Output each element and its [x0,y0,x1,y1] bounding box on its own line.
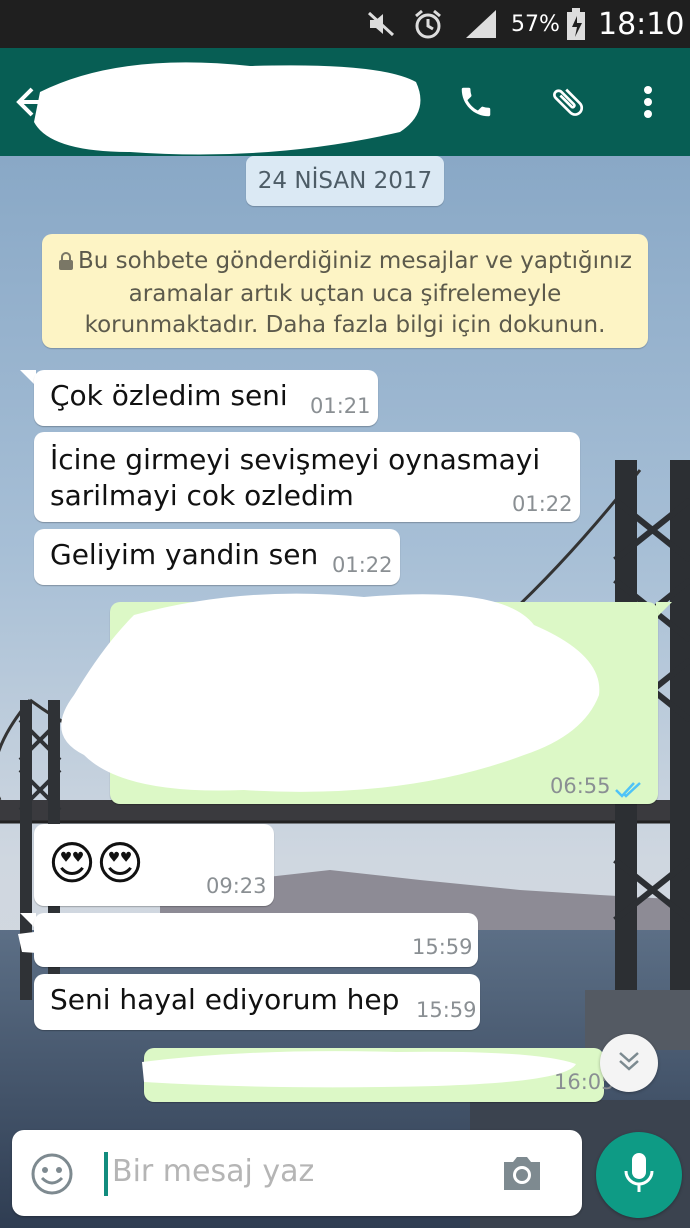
camera-icon[interactable] [500,1154,544,1196]
message-bubble[interactable]: Geliyim yandin sen 01:22 [34,529,400,585]
message-bubble[interactable]: İcine girmeyi sevişmeyi oynasmayi sarilm… [34,432,580,522]
redaction-mark [142,1051,576,1088]
encryption-line-3: korunmaktadır. Daha fazla bilgi için dok… [84,312,606,338]
message-bubble[interactable]: Çok özledim seni 01:21 [34,370,378,426]
message-text: İcine girmeyi sevişmeyi oynasmayi [50,443,541,476]
redaction-mark [34,62,421,155]
message-time: 01:22 [512,492,573,516]
lock-icon [58,248,74,279]
message-text: Seni hayal ediyorum hep [50,983,400,1016]
message-input[interactable]: Bir mesaj yaz [12,1130,582,1216]
mute-icon [366,0,396,48]
bubble-tail [656,602,672,618]
message-time: 01:21 [310,394,371,418]
message-time: 15:59 [416,998,477,1022]
redaction-mark [61,593,600,792]
message-time: 09:23 [206,874,267,898]
message-time: 15:59 [412,935,473,959]
message-text: Çok özledim seni [50,379,288,412]
scroll-down-button[interactable] [600,1034,658,1092]
message-bubble[interactable]: Seni hayal ediyorum hep 15:59 [34,974,480,1030]
status-time: 18:10 [598,6,685,42]
phone-icon[interactable] [452,78,500,126]
battery-icon [566,0,586,48]
voice-record-button[interactable] [596,1132,682,1218]
redaction-mark [18,925,402,958]
encryption-line-1: Bu sohbete gönderdiğiniz mesajlar ve yap… [78,248,632,274]
encryption-notice[interactable]: Bu sohbete gönderdiğiniz mesajlar ve yap… [42,234,648,348]
message-placeholder: Bir mesaj yaz [112,1154,315,1189]
message-emoji: 😍😍 [48,836,144,890]
more-vert-icon[interactable] [628,78,668,126]
encryption-line-2: aramalar artık uçtan uca şifrelemeyle [128,281,562,307]
text-cursor [104,1152,108,1196]
mic-icon [623,1151,655,1199]
message-text: sarilmayi cok ozledim [50,479,354,512]
scroll-down-icon [615,1047,643,1079]
message-text: Geliyim yandin sen [50,538,319,571]
attach-icon[interactable] [544,78,592,126]
message-time: 01:22 [332,553,393,577]
signal-icon [464,0,498,48]
status-bar: 57% 18:10 [0,0,690,48]
read-receipt-icon [614,774,644,807]
message-bubble[interactable]: 😍😍 09:23 [34,824,274,906]
battery-percent: 57% [511,11,560,37]
alarm-icon [412,0,444,48]
emoji-icon[interactable] [30,1152,74,1200]
